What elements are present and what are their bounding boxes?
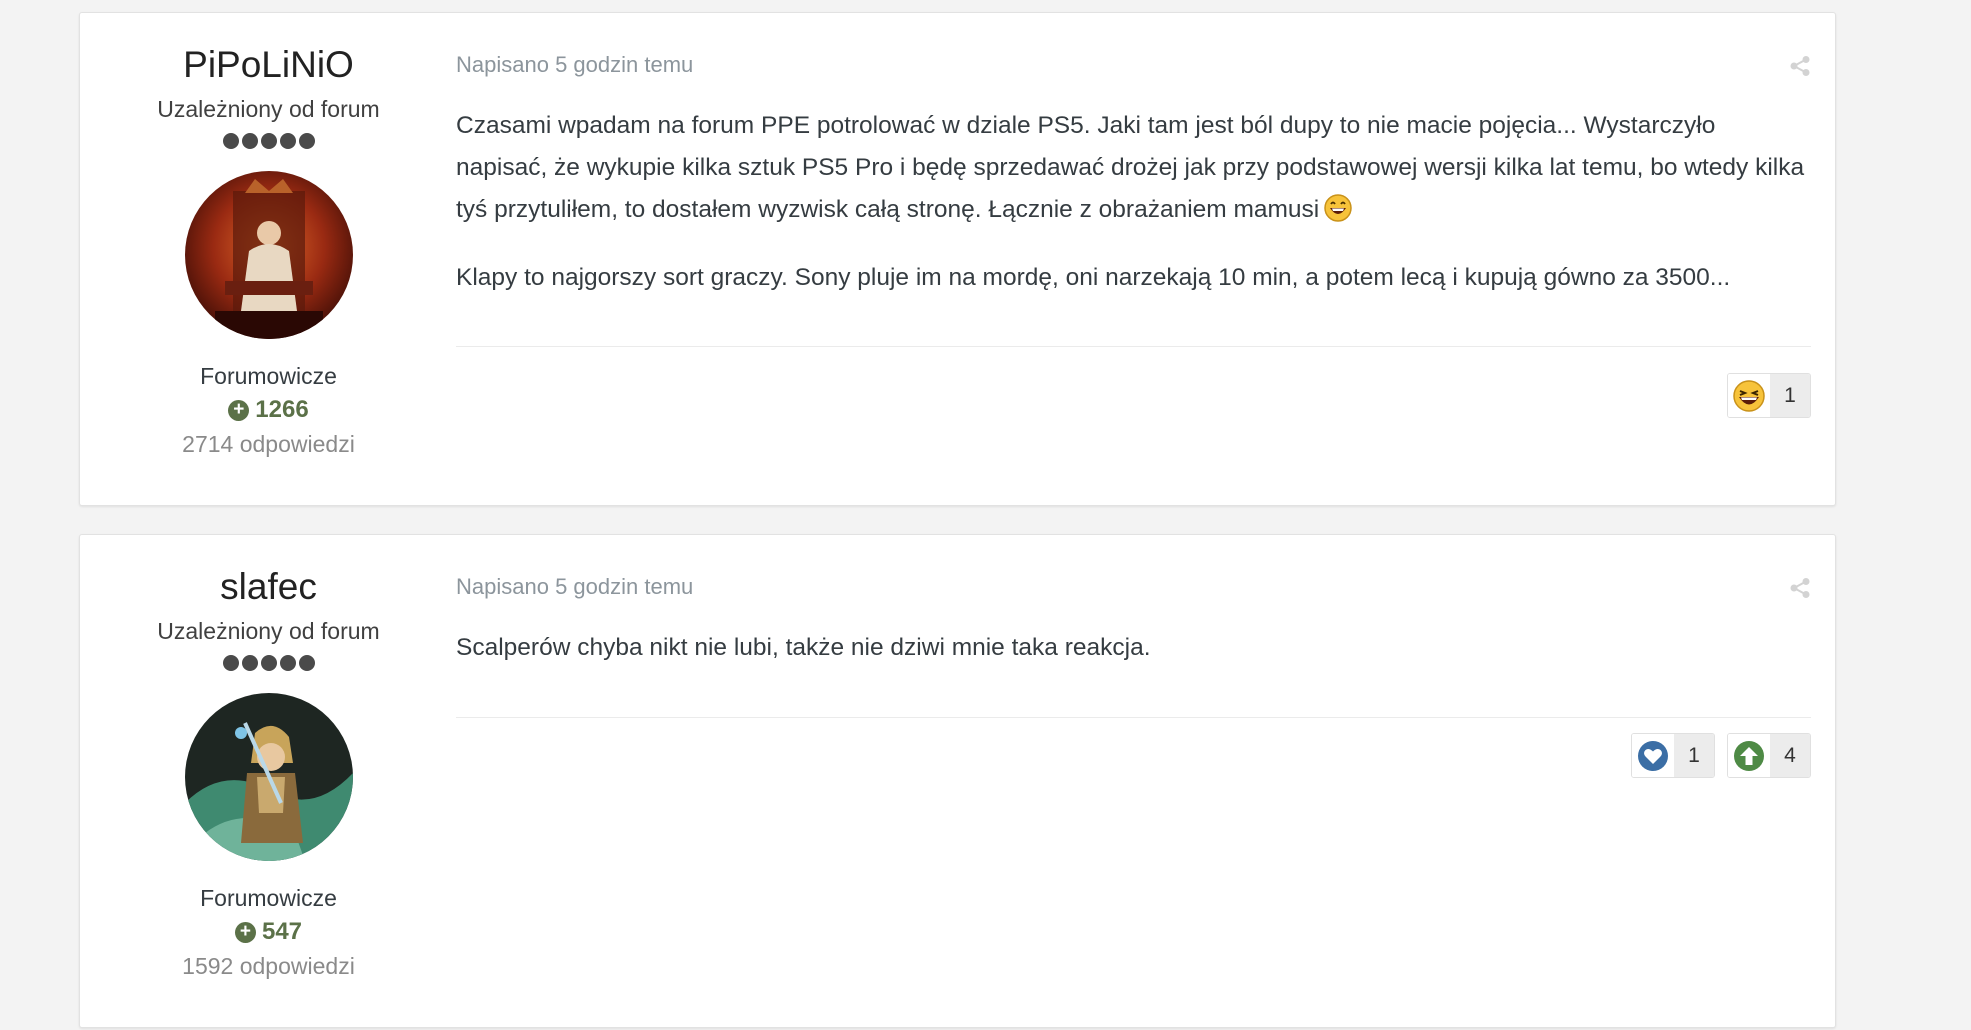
- rank-pips: [80, 655, 457, 671]
- grinning-emoji-icon: [1323, 193, 1353, 223]
- rank-pip: [260, 655, 277, 671]
- reputation-value: 547: [261, 918, 303, 945]
- post-date[interactable]: Napisano 5 godzin temu: [456, 573, 1811, 601]
- author-panel: PiPoLiNiO Uzależniony od forum Forumowic…: [80, 13, 457, 459]
- author-name[interactable]: slafec: [80, 563, 457, 611]
- author-group: Forumowicze: [200, 363, 337, 389]
- author-group: Forumowicze: [200, 885, 337, 911]
- rank-pip: [279, 655, 296, 671]
- reaction-count[interactable]: 1: [1674, 734, 1714, 777]
- post-content: Napisano 5 godzin temu Czasami wpadam na…: [456, 13, 1811, 418]
- post-body: Scalperów chyba nikt nie lubi, także nie…: [456, 627, 1811, 669]
- forum-post: PiPoLiNiO Uzależniony od forum Forumowic…: [79, 12, 1836, 506]
- author-reply-count: 2714 odpowiedzi: [182, 431, 355, 457]
- laughing-emoji-icon[interactable]: [1728, 374, 1770, 417]
- reaction-count[interactable]: 1: [1770, 374, 1810, 417]
- rank-pip: [241, 133, 258, 149]
- rank-pip: [298, 655, 315, 671]
- author-rank: Uzależniony od forum: [157, 618, 380, 644]
- reactions-bar: 1 4: [1631, 733, 1811, 778]
- reaction-like[interactable]: 1: [1631, 733, 1715, 778]
- author-panel: slafec Uzależniony od forum Forumowicze: [80, 535, 457, 981]
- rank-pip: [298, 133, 315, 149]
- author-reply-count: 1592 odpowiedzi: [182, 953, 355, 979]
- reaction-laugh[interactable]: 1: [1727, 373, 1811, 418]
- reputation-value: 1266: [255, 396, 309, 423]
- author-rank: Uzależniony od forum: [157, 96, 380, 122]
- post-date[interactable]: Napisano 5 godzin temu: [456, 51, 1811, 79]
- author-name[interactable]: PiPoLiNiO: [80, 41, 457, 89]
- upvote-icon[interactable]: [1728, 734, 1770, 777]
- post-divider: [456, 717, 1811, 718]
- share-icon[interactable]: [1789, 55, 1811, 77]
- avatar[interactable]: [184, 171, 353, 339]
- reactions-bar: 1: [1727, 373, 1811, 418]
- avatar[interactable]: [184, 693, 353, 861]
- post-paragraph: Klapy to najgorszy sort graczy. Sony plu…: [456, 264, 1731, 291]
- reaction-upvote[interactable]: 4: [1727, 733, 1811, 778]
- reaction-count[interactable]: 4: [1770, 734, 1810, 777]
- plus-circle-icon: +: [234, 921, 256, 943]
- author-reputation: + 547: [80, 917, 457, 947]
- post-paragraph: Czasami wpadam na forum PPE potrolować w…: [456, 112, 1805, 223]
- rank-pips: [80, 133, 457, 149]
- rank-pip: [279, 133, 296, 149]
- rank-pip: [260, 133, 277, 149]
- rank-pip: [241, 655, 258, 671]
- author-reputation: + 1266: [80, 395, 457, 425]
- plus-circle-icon: +: [228, 399, 250, 421]
- post-content: Napisano 5 godzin temu Scalperów chyba n…: [456, 535, 1811, 778]
- post-divider: [456, 346, 1811, 347]
- forum-post: slafec Uzależniony od forum Forumowicze: [79, 534, 1836, 1028]
- heart-icon[interactable]: [1632, 734, 1674, 777]
- rank-pip: [222, 655, 239, 671]
- share-icon[interactable]: [1789, 577, 1811, 599]
- post-body: Czasami wpadam na forum PPE potrolować w…: [456, 105, 1811, 299]
- rank-pip: [222, 133, 239, 149]
- post-paragraph: Scalperów chyba nikt nie lubi, także nie…: [456, 634, 1151, 661]
